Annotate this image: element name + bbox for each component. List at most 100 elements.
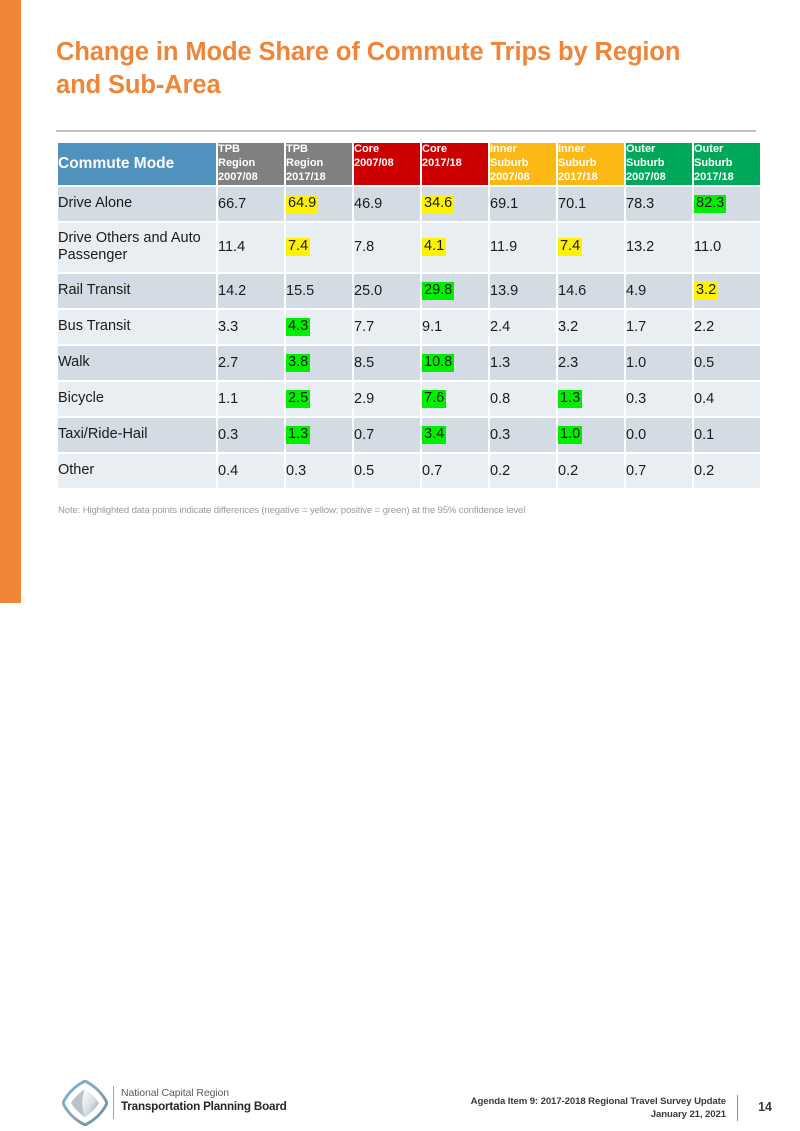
highlighted-value-yellow: 7.4 [286, 238, 311, 257]
data-cell: 14.2 [218, 273, 284, 308]
column-header-line2: Suburb [694, 156, 733, 169]
data-cell: 82.3 [694, 186, 760, 221]
column-header-line2: Suburb [558, 156, 597, 169]
data-cell: 2.3 [558, 345, 624, 380]
column-header-line1: Core [422, 143, 448, 155]
column-header-line2: Suburb [626, 156, 665, 169]
data-cell: 0.8 [490, 381, 556, 416]
highlighted-value-green: 2.5 [286, 389, 311, 408]
column-header-line1: Inner [490, 143, 517, 155]
table-row: Rail Transit 14.2 15.5 25.0 29.8 13.9 14.6 4.9 3… [58, 273, 760, 308]
slide-canvas: Change in Mode Share of Commute Trips by… [0, 0, 800, 1127]
data-cell: 8.5 [354, 345, 420, 380]
data-cell: 25.0 [354, 273, 420, 308]
data-cell: 2.5 [286, 381, 352, 416]
data-cell: 0.3 [626, 381, 692, 416]
data-cell: 11.0 [694, 222, 760, 272]
data-cell: 3.3 [218, 309, 284, 344]
column-header-period: 2007/08 [354, 156, 394, 169]
data-cell: 9.1 [422, 309, 488, 344]
mode-label: Other [58, 453, 216, 488]
data-cell: 0.3 [218, 417, 284, 452]
data-cell: 2.9 [354, 381, 420, 416]
highlighted-value-yellow: 7.4 [558, 238, 583, 257]
logo-divider [113, 1086, 114, 1119]
org-name: National Capital Region Transportation P… [121, 1087, 287, 1115]
data-cell: 1.7 [626, 309, 692, 344]
column-header-line2: Suburb [490, 156, 529, 169]
highlighted-value-yellow: 34.6 [422, 194, 455, 213]
data-cell: 1.3 [558, 381, 624, 416]
data-cell: 14.6 [558, 273, 624, 308]
data-cell: 0.2 [558, 453, 624, 488]
data-cell: 15.5 [286, 273, 352, 308]
data-cell: 7.7 [354, 309, 420, 344]
org-name-line2: Transportation Planning Board [121, 1100, 287, 1114]
data-cell: 64.9 [286, 186, 352, 221]
data-cell: 70.1 [558, 186, 624, 221]
table-row: Bus Transit 3.3 4.3 7.7 9.1 2.4 3.2 1.7 2.2 [58, 309, 760, 344]
data-cell: 0.7 [354, 417, 420, 452]
data-cell: 0.2 [490, 453, 556, 488]
data-cell: 0.5 [694, 345, 760, 380]
column-header-outer-suburb-2017-18: Outer Suburb 2017/18 [694, 143, 760, 185]
column-header-period: 2007/08 [218, 170, 258, 183]
highlighted-value-green: 7.6 [422, 389, 447, 408]
column-header-period: 2017/18 [286, 170, 326, 183]
data-cell: 0.4 [218, 453, 284, 488]
column-header-line1: Outer [626, 143, 656, 155]
column-header-period: 2017/18 [558, 170, 598, 183]
data-cell: 1.0 [626, 345, 692, 380]
data-cell: 13.2 [626, 222, 692, 272]
column-header-inner-suburb-2017-18: Inner Suburb 2017/18 [558, 143, 624, 185]
column-header-tpb-region-2017-18: TPB Region 2017/18 [286, 143, 352, 185]
column-header-core-2007-08: Core 2007/08 [354, 143, 420, 185]
data-cell: 3.2 [694, 273, 760, 308]
highlighted-value-yellow: 64.9 [286, 194, 319, 213]
column-header-period: 2017/18 [694, 170, 734, 183]
data-cell: 66.7 [218, 186, 284, 221]
data-cell: 7.8 [354, 222, 420, 272]
highlighted-value-yellow: 4.1 [422, 238, 447, 257]
column-header-period: 2017/18 [422, 156, 462, 169]
highlighted-value-green: 3.8 [286, 353, 311, 372]
data-cell: 4.3 [286, 309, 352, 344]
agenda-divider [737, 1095, 738, 1121]
left-accent-bar [0, 0, 21, 603]
data-cell: 0.5 [354, 453, 420, 488]
table-header-row: Commute Mode TPB Region 2007/08 TPB Region 20… [58, 143, 760, 185]
highlighted-value-green: 1.3 [286, 425, 311, 444]
mode-label: Bicycle [58, 381, 216, 416]
column-header-line1: TPB [218, 143, 240, 155]
highlighted-value-yellow: 3.2 [694, 281, 719, 300]
highlighted-value-green: 82.3 [694, 194, 727, 213]
mode-label: Bus Transit [58, 309, 216, 344]
data-cell: 78.3 [626, 186, 692, 221]
tpb-logo-icon [61, 1079, 109, 1127]
table-row: Drive Others and Auto Passenger 11.4 7.4 7.… [58, 222, 760, 272]
column-header-core-2017-18: Core 2017/18 [422, 143, 488, 185]
column-header-line2: Region [218, 156, 256, 169]
column-header-line1: Inner [558, 143, 585, 155]
column-header-line1: TPB [286, 143, 308, 155]
data-cell: 1.3 [490, 345, 556, 380]
data-cell: 4.1 [422, 222, 488, 272]
table-note: Note: Highlighted data points indicate d… [58, 505, 526, 516]
column-header-period: 2007/08 [626, 170, 666, 183]
data-cell: 10.8 [422, 345, 488, 380]
data-cell: 0.7 [422, 453, 488, 488]
data-cell: 1.0 [558, 417, 624, 452]
column-header-line1: Core [354, 143, 380, 155]
data-cell: 1.1 [218, 381, 284, 416]
org-name-line1: National Capital Region [121, 1087, 230, 1099]
data-cell: 34.6 [422, 186, 488, 221]
highlighted-value-green: 1.0 [558, 425, 583, 444]
mode-label: Drive Others and Auto Passenger [58, 222, 216, 272]
data-cell: 7.4 [558, 222, 624, 272]
slide-footer: National Capital Region Transportation P… [0, 536, 800, 1127]
data-cell: 4.9 [626, 273, 692, 308]
highlighted-value-green: 10.8 [422, 353, 455, 372]
column-header-line2: Region [286, 156, 324, 169]
mode-label: Drive Alone [58, 186, 216, 221]
mode-share-table: Commute Mode TPB Region 2007/08 TPB Region 20… [56, 141, 762, 490]
